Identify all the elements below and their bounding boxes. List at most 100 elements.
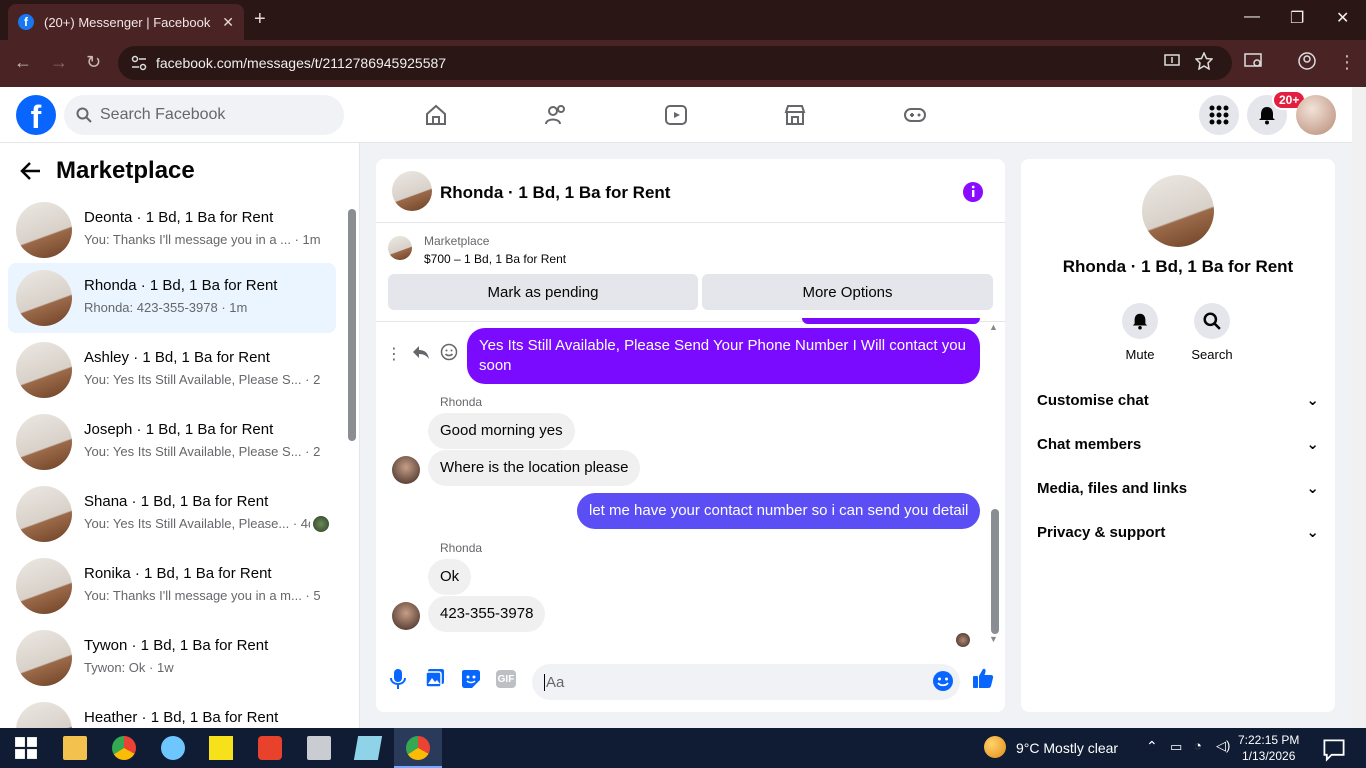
profile-icon[interactable] [1298,52,1316,70]
their-message-bubble[interactable]: Ok [428,559,472,595]
window-close-icon[interactable]: ✕ [1336,8,1349,28]
media-files-row[interactable]: Media, files and links ⌄ [1037,468,1319,508]
chat-title[interactable]: Rhonda · 1 Bd, 1 Ba for Rent [440,183,670,203]
listing-thumbnail[interactable] [388,236,412,260]
search-in-chat-button[interactable]: Search [1182,303,1242,362]
list-scrollbar[interactable] [348,209,356,441]
conversation-name: Ashley · 1 Bd, 1 Ba for Rent [84,349,270,366]
photo-icon[interactable] [425,668,445,688]
scroll-down-icon[interactable]: ▼ [989,634,998,644]
clock-date: 1/13/2026 [1241,749,1296,763]
tab-close-icon[interactable]: ✕ [222,14,234,31]
browser-menu-icon[interactable]: ⋮ [1338,52,1356,73]
mute-button[interactable]: Mute [1110,303,1170,362]
home-icon[interactable] [424,103,448,127]
clock[interactable]: 7:22:15 PM 1/13/2026 [1238,732,1299,764]
react-emoji-icon[interactable] [440,343,458,361]
their-message-bubble[interactable]: 423-355-3978 [428,596,546,632]
conversation-snippet: You: Thanks I'll message you in a ... · … [84,232,320,247]
like-thumb-icon[interactable] [972,667,994,689]
conversation-item[interactable]: Ronika · 1 Bd, 1 Ba for Rent You: Thanks… [8,551,336,621]
info-icon[interactable] [962,181,984,203]
my-message-bubble[interactable]: let me have your contact number so i can… [577,493,981,529]
chrome-icon[interactable] [112,736,136,760]
conversation-item-active[interactable]: Rhonda · 1 Bd, 1 Ba for Rent Rhonda: 423… [8,263,336,333]
wifi-icon[interactable]: ◔ [1194,738,1202,753]
privacy-support-row[interactable]: Privacy & support ⌄ [1037,512,1319,552]
scroll-up-icon[interactable]: ▲ [989,322,998,332]
sender-avatar[interactable] [392,602,420,630]
friends-icon[interactable] [544,103,568,127]
conversation-item[interactable]: Heather · 1 Bd, 1 Ba for Rent [8,695,336,728]
install-app-icon[interactable] [1163,52,1181,70]
their-message-bubble[interactable]: Where is the location please [428,450,641,486]
listing-title[interactable]: $700 – 1 Bd, 1 Ba for Rent [424,252,566,266]
row-label: Chat members [1037,435,1142,453]
address-bar[interactable]: facebook.com/messages/t/2112786945925587 [118,46,1232,80]
facebook-favicon-icon: f [18,14,34,30]
sticker-icon[interactable] [460,668,482,690]
back-arrow-icon[interactable] [20,161,42,181]
anydesk-icon[interactable] [258,736,282,760]
customise-chat-row[interactable]: Customise chat ⌄ [1037,380,1319,420]
conversation-item[interactable]: Ashley · 1 Bd, 1 Ba for Rent You: Yes It… [8,335,336,405]
facebook-logo-icon[interactable]: f [16,95,56,135]
chrome-active-icon[interactable] [406,736,430,760]
paint-icon[interactable] [161,736,185,760]
menu-grid-button[interactable] [1199,95,1239,135]
mark-pending-button[interactable]: Mark as pending [388,274,698,310]
conversation-item[interactable]: Tywon · 1 Bd, 1 Ba for Rent Tywon: Ok · … [8,623,336,693]
more-options-button[interactable]: More Options [702,274,993,310]
sender-avatar[interactable] [392,456,420,484]
chat-members-row[interactable]: Chat members ⌄ [1037,424,1319,464]
tray-chevron-icon[interactable]: ⌃ [1146,738,1158,755]
weather-text[interactable]: 9°C Mostly clear [1016,740,1118,756]
page-scrollbar[interactable] [1352,87,1366,728]
chevron-down-icon: ⌄ [1306,436,1319,453]
notification-center-icon[interactable] [1322,738,1346,762]
minimize-icon[interactable]: — [1244,8,1260,26]
conversation-snippet: Rhonda: 423-355-3978 · 1m [84,300,248,315]
more-actions-icon[interactable]: ⋮ [386,344,402,364]
sender-name: Rhonda [440,395,483,409]
facebook-search-input[interactable]: Search Facebook [64,95,344,135]
message-input[interactable]: Aa [532,664,960,700]
back-arrow-icon[interactable]: ← [14,52,32,73]
facebook-header: f Search Facebook 20+ [0,87,1352,143]
browser-tab[interactable]: f (20+) Messenger | Facebook ✕ [8,4,244,40]
notepad-icon[interactable] [353,736,383,760]
maximize-icon[interactable]: ❐ [1290,8,1304,28]
video-icon[interactable] [664,103,688,127]
file-explorer-icon[interactable] [63,736,87,760]
volume-icon[interactable]: ◁) [1216,738,1230,754]
reading-list-icon[interactable] [1244,52,1264,70]
weather-moon-icon[interactable] [984,736,1006,758]
conversation-item[interactable]: Shana · 1 Bd, 1 Ba for Rent You: Yes Its… [8,479,336,549]
windows-start-icon[interactable] [14,736,38,760]
store-icon[interactable] [307,736,331,760]
conversation-item[interactable]: Joseph · 1 Bd, 1 Ba for Rent You: Yes It… [8,407,336,477]
gaming-icon[interactable] [903,103,927,127]
conversation-snippet: You: Yes Its Still Available, Please... … [84,516,310,531]
battery-icon[interactable]: ▭ [1170,739,1182,755]
my-message-bubble[interactable]: Yes Its Still Available, Please Send You… [467,328,980,384]
chat-scrollbar[interactable] [991,509,999,634]
marketplace-icon[interactable] [783,103,807,127]
gif-button[interactable]: GIF [496,670,516,688]
contact-avatar[interactable] [1142,175,1214,247]
chat-avatar[interactable] [392,171,432,211]
account-avatar[interactable] [1296,95,1336,135]
new-tab-icon[interactable]: + [254,8,266,31]
forward-arrow-icon[interactable]: → [50,52,68,73]
conversation-item[interactable]: Deonta · 1 Bd, 1 Ba for Rent You: Thanks… [8,195,336,265]
reload-icon[interactable]: ↻ [86,52,101,73]
sticky-notes-icon[interactable] [209,736,233,760]
conversation-thumbnail [16,414,72,470]
emoji-icon[interactable] [932,670,954,692]
message-placeholder: Aa [544,673,565,691]
their-message-bubble[interactable]: Good morning yes [428,413,575,449]
reply-icon[interactable] [412,344,430,360]
site-settings-icon[interactable] [130,54,148,72]
microphone-icon[interactable] [390,668,406,690]
bookmark-star-icon[interactable] [1195,52,1213,70]
